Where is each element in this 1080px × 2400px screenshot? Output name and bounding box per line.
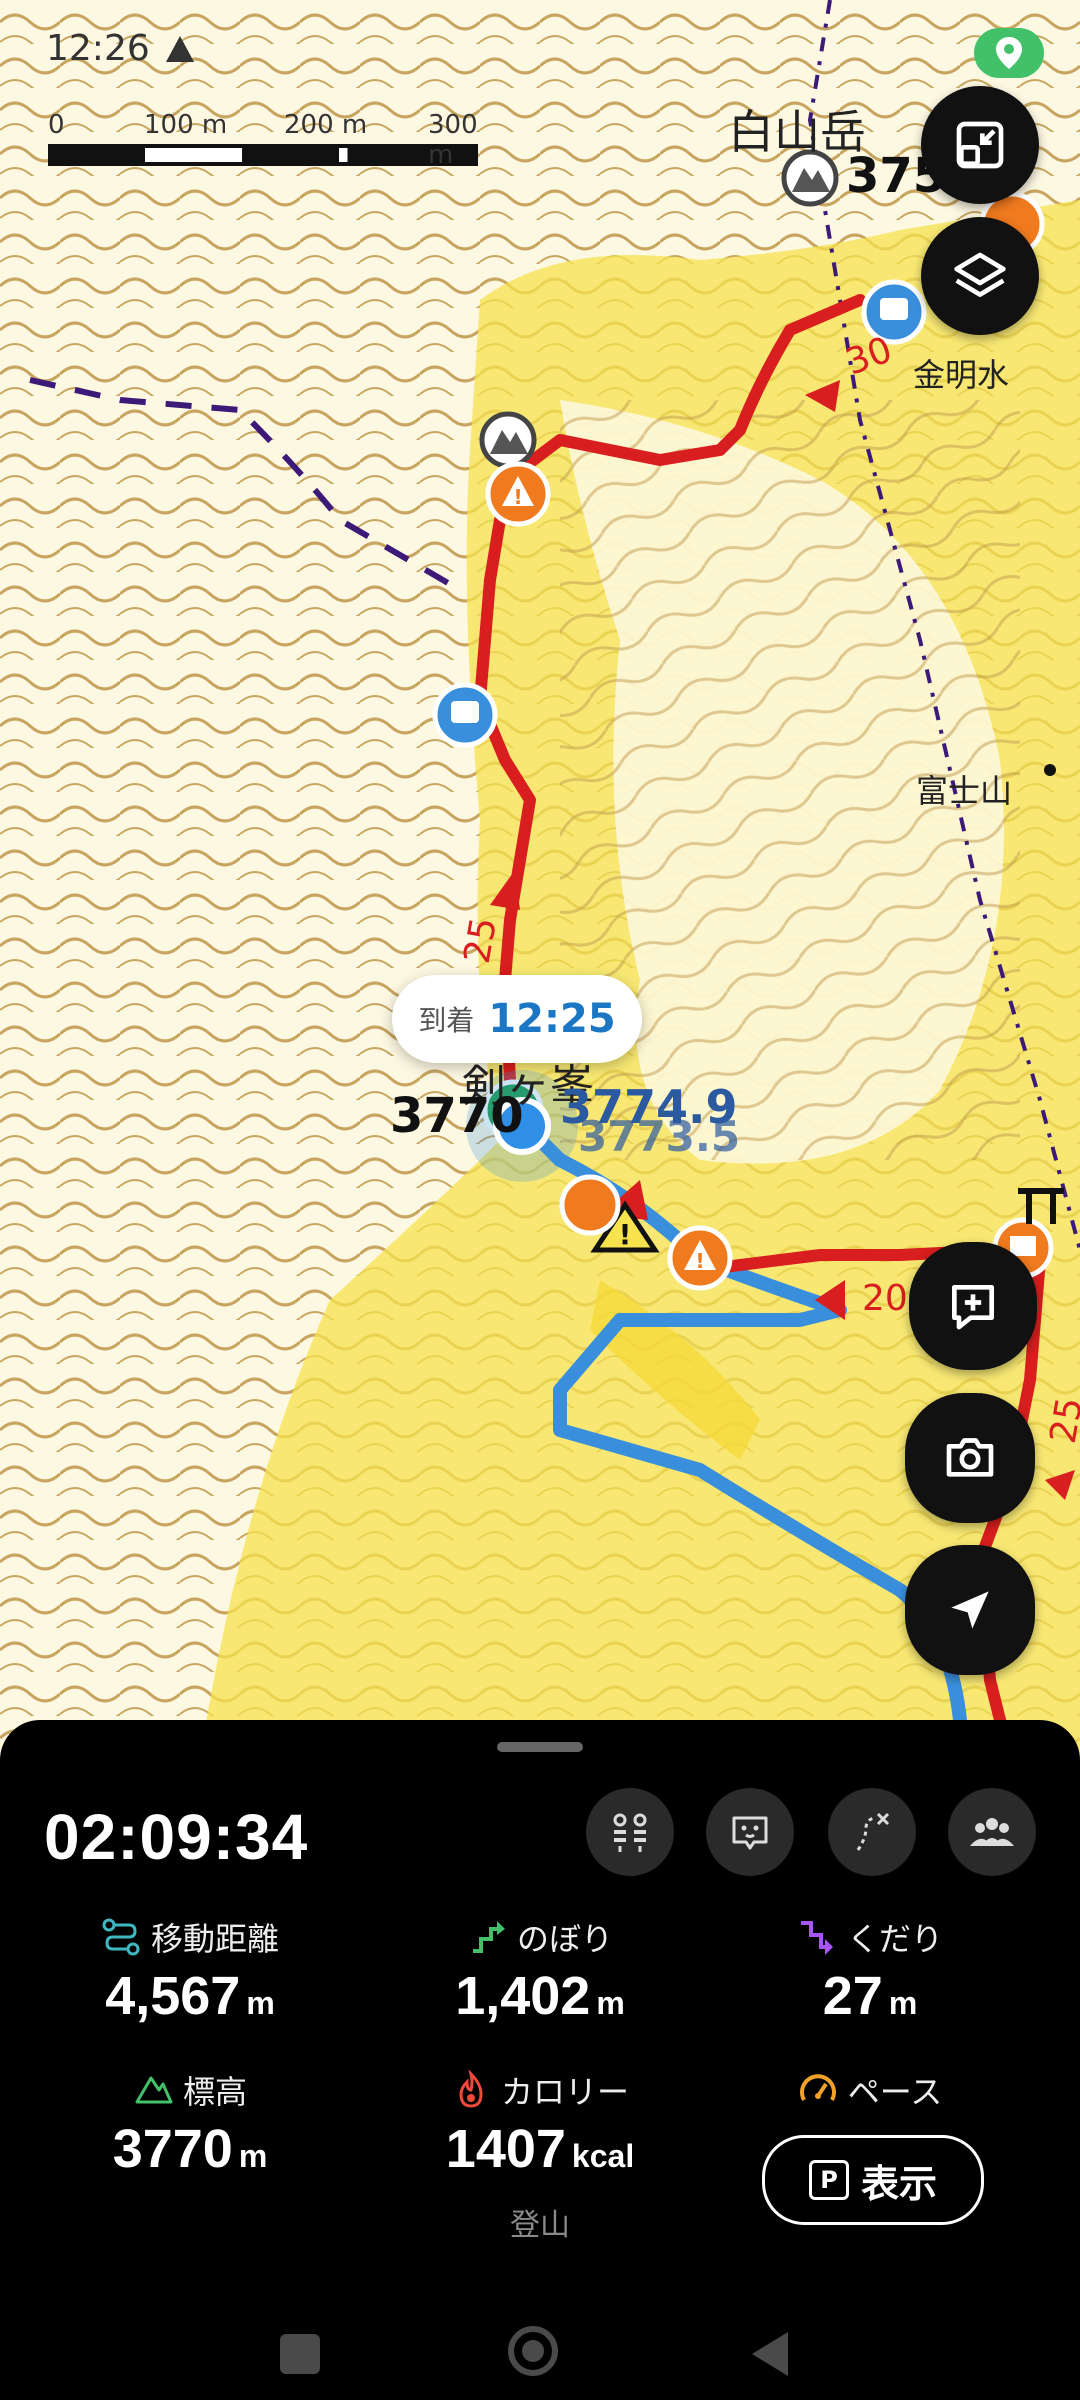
camera-icon <box>946 1438 994 1477</box>
back-button[interactable] <box>752 2332 788 2376</box>
navigation-icon <box>165 35 194 62</box>
peak-marker-icon <box>479 411 537 469</box>
scale-label: 100 m <box>144 110 228 140</box>
arrival-time-bubble[interactable]: 到着 12:25 <box>392 975 642 1063</box>
current-location-button[interactable] <box>905 1545 1035 1675</box>
ascent-stat: のぼり 1,402 m <box>370 1915 710 2027</box>
arrival-label: 到着 <box>418 1004 475 1037</box>
descent-icon <box>800 1921 833 1955</box>
route-points-button[interactable] <box>586 1788 674 1876</box>
stat-unit: m <box>596 1985 625 2021</box>
layers-icon <box>954 252 1006 297</box>
stat-value: 3770 <box>112 2119 233 2179</box>
svg-text:!: ! <box>513 485 522 509</box>
fit-route-button[interactable] <box>921 86 1039 204</box>
stat-label: のぼり <box>516 1920 613 1958</box>
stat-unit: m <box>246 1985 275 2021</box>
scale-ruler <box>48 144 478 166</box>
stat-unit: kcal <box>571 2138 635 2174</box>
spring-label: 金明水 <box>913 356 1010 394</box>
elapsed-time: 02:09:34 <box>44 1801 309 1873</box>
warning-marker-icon: ! <box>667 1225 733 1291</box>
add-comment-icon <box>952 1285 994 1330</box>
recents-button[interactable] <box>280 2334 320 2374</box>
location-status-icon <box>974 28 1044 78</box>
elevation-label: 3770 <box>390 1088 524 1144</box>
mountain-label: 富士山 <box>916 772 1013 810</box>
elevation-label: 3773.5 <box>578 1112 741 1161</box>
camera-button[interactable] <box>905 1393 1035 1523</box>
home-button[interactable] <box>508 2326 558 2376</box>
comment-marker-icon <box>432 682 498 748</box>
scale-label: 0 <box>48 110 65 140</box>
time-mark: 25 <box>1042 1394 1080 1447</box>
pace-badge-icon: P <box>808 2160 849 2200</box>
stat-label: 移動距離 <box>150 1920 279 1958</box>
flame-icon <box>459 2070 483 2108</box>
bear-face-icon <box>732 1816 768 1850</box>
ascent-icon <box>472 1921 505 1953</box>
calorie-stat: カロリー 1407 kcal <box>370 2068 710 2180</box>
party-members-button[interactable] <box>948 1788 1036 1876</box>
arrival-time: 12:25 <box>488 996 616 1042</box>
elevation-stat: 標高 3770 m <box>20 2068 360 2180</box>
stat-label: ペース <box>847 2073 943 2111</box>
svg-text:!: ! <box>695 1249 704 1273</box>
system-nav-bar <box>0 2308 1080 2398</box>
map-view[interactable]: ! ! ! 12:26 0 100 m 200 m 300 m 白山岳 3756… <box>0 0 1080 1760</box>
stat-value: 4,567 <box>105 1966 241 2026</box>
off-route-button[interactable] <box>828 1788 916 1876</box>
warning-marker-icon <box>559 1174 621 1236</box>
status-bar: 12:26 <box>46 28 194 69</box>
descent-stat: くだり 27 m <box>700 1915 1040 2027</box>
navigation-arrow-icon <box>951 1591 989 1629</box>
fit-bounds-icon <box>956 121 1004 169</box>
checkpoint-list-icon <box>613 1813 647 1852</box>
stat-value: 27 <box>822 1966 883 2026</box>
stat-label: カロリー <box>500 2073 629 2111</box>
scale-label: 200 m <box>284 110 368 140</box>
route-icon <box>102 1918 140 1956</box>
scale-bar: 0 100 m 200 m 300 m <box>48 110 478 170</box>
stat-unit: m <box>888 1985 918 2021</box>
stat-value: 1407 <box>445 2119 566 2179</box>
time-mark: 20 <box>862 1278 908 1319</box>
time-mark: 25 <box>456 914 506 967</box>
speedometer-icon <box>799 2074 836 2101</box>
elevation-icon <box>135 2076 173 2104</box>
stat-value: 1,402 <box>455 1966 591 2026</box>
activity-type: 登山 <box>510 2208 570 2243</box>
stat-label: 標高 <box>182 2073 247 2111</box>
drag-handle[interactable] <box>497 1742 583 1752</box>
group-icon <box>970 1818 1014 1846</box>
route-deviation-icon <box>856 1812 890 1851</box>
layers-button[interactable] <box>921 217 1039 335</box>
pace-stat: ペース <box>700 2068 1040 2112</box>
tracking-panel[interactable]: 02:09:34 移動距離 4,567 m のぼり 1,402 m くだり 27 m <box>0 1720 1080 2400</box>
scale-label: 300 m <box>428 110 478 170</box>
warning-marker-icon: ! <box>485 461 551 527</box>
add-memo-button[interactable] <box>909 1242 1037 1370</box>
bear-alert-button[interactable] <box>706 1788 794 1876</box>
stat-label: くだり <box>846 1920 943 1958</box>
status-time: 12:26 <box>46 28 150 69</box>
distance-stat: 移動距離 4,567 m <box>20 1915 360 2027</box>
stat-unit: m <box>238 2138 268 2174</box>
